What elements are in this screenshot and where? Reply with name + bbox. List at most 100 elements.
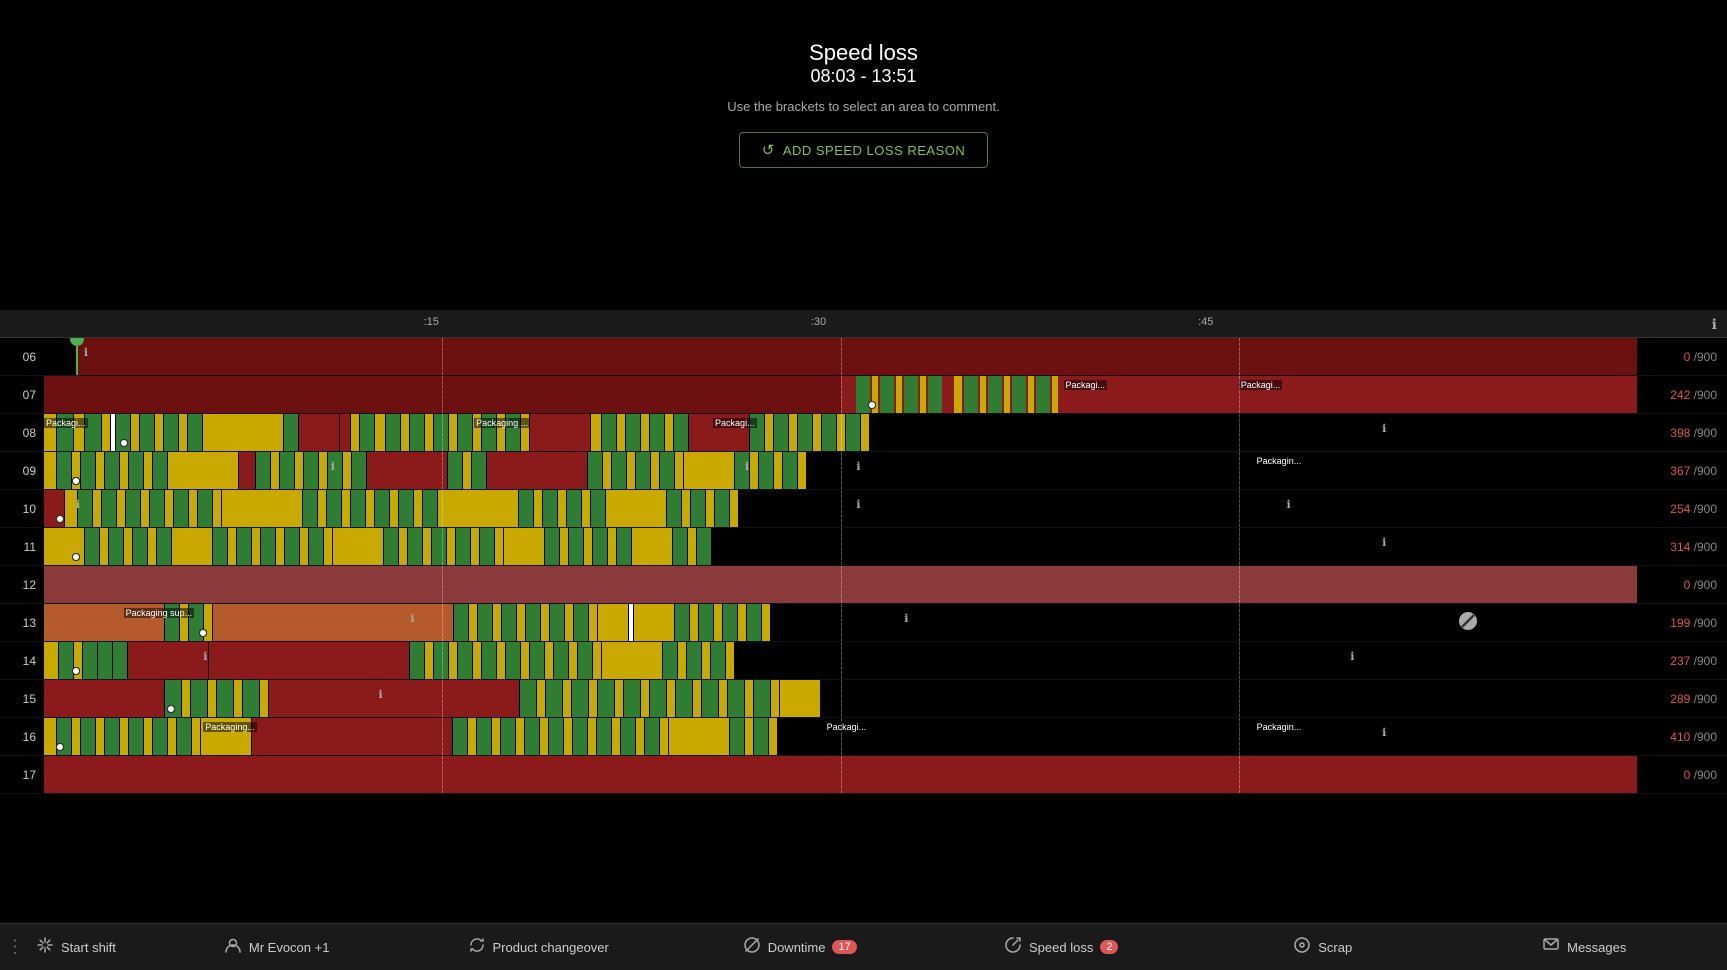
vline [1239,642,1240,679]
vline [442,756,443,793]
vline [841,604,842,641]
add-speed-loss-reason-button[interactable]: ↺ ADD SPEED LOSS REASON [739,132,989,168]
vline [841,376,842,413]
tick-15: :15 [424,316,439,328]
vline [442,452,443,489]
packaging-label2: Packagi... [1239,380,1283,390]
start-shift-label: Start shift [61,940,116,955]
user-label: Mr Evocon +1 [249,940,330,955]
row-count: 199 /900 [1637,616,1727,630]
current-time-line [76,338,78,375]
row-count: 289 /900 [1637,692,1727,706]
row-hour-label: 10 [0,503,44,515]
table-row: 11 [0,528,1727,566]
table-row: 17 0 /900 [0,756,1727,794]
row-hour-label: 09 [0,465,44,477]
downtime-label: Downtime [768,940,826,955]
row-bar-area [44,756,1637,793]
downtime-item[interactable]: Downtime 17 [669,936,931,959]
table-row: 07 Packagi... Packagi... [0,376,1727,414]
row-hour-label: 12 [0,579,44,591]
packaging-label: Packagin... [1255,456,1304,466]
row-hour-label: 08 [0,427,44,439]
row-count: 254 /900 [1637,502,1727,516]
vline [442,718,443,755]
info-icon: ℹ [1382,536,1386,549]
table-row: 12 0 /900 [0,566,1727,604]
vline [1239,718,1240,755]
packaging-label3: Packagin... [1255,722,1304,732]
row-hour-label: 07 [0,389,44,401]
vline [841,680,842,717]
packaging-label: Packaging sup... [124,608,195,618]
vline [841,528,842,565]
messages-item[interactable]: Messages [1454,936,1716,959]
messages-icon [1542,936,1560,959]
vline [841,490,842,527]
chart-area: :15 :30 :45 ℹ 06 ℹ 0 /900 [0,310,1727,923]
product-changeover-item[interactable]: Product changeover [407,936,669,959]
row-bar-area: ℹ [44,528,1637,565]
row-bar-area: Packagi... [44,414,1637,451]
vline [442,566,443,603]
timeline-header: :15 :30 :45 ℹ [0,310,1727,338]
user-icon [224,936,242,959]
row-bar-area: Packaging... Packagi... Packagin... ℹ [44,718,1637,755]
info-icon: ℹ [76,498,80,511]
row-count: 242 /900 [1637,388,1727,402]
row-hour-label: 11 [0,541,44,553]
info-icon: ℹ [203,650,207,663]
packaging-label2: Packaging ... [474,418,530,428]
row-hour-label: 06 [0,351,44,363]
vline [442,604,443,641]
info-icon2: ℹ [904,612,908,625]
row-count: 367 /900 [1637,464,1727,478]
subtitle: Use the brackets to select an area to co… [727,99,999,114]
row-bar-area: ℹ ℹ [44,642,1637,679]
speed-loss-badge: 2 [1100,940,1118,954]
vline [442,528,443,565]
vline-45 [1239,338,1240,375]
row-count: 0 /900 [1637,350,1727,364]
table-row: 08 Packagi... [0,414,1727,452]
table-row: 14 [0,642,1727,680]
scrap-item[interactable]: Scrap [1192,936,1454,959]
timeline-markers: :15 :30 :45 [44,310,1593,337]
vline [1239,490,1240,527]
row-count: 314 /900 [1637,540,1727,554]
title-area: Speed loss 08:03 - 13:51 [809,40,918,87]
scrap-icon [1293,936,1311,959]
table-row: 13 [0,604,1727,642]
row-hour-label: 15 [0,693,44,705]
row-bar-area: Packaging sup... ℹ ℹ [44,604,1637,641]
info-icon: ℹ [1712,316,1717,333]
vline [841,756,842,793]
row-bar-area: ℹ [44,338,1637,375]
vline [841,566,842,603]
status-bar: ⋮ Start shift Mr Evocon +1 Product chang… [0,923,1727,970]
row-count: 0 /900 [1637,578,1727,592]
table-row: 16 [0,718,1727,756]
info-icon: ℹ [379,688,383,701]
row-info-icon: ℹ [84,346,88,359]
downtime-badge: 17 [832,940,856,954]
scrap-label: Scrap [1318,940,1352,955]
vline [442,490,443,527]
menu-dots-icon[interactable]: ⋮ [6,937,24,958]
add-reason-label: ADD SPEED LOSS REASON [783,143,965,158]
vline [1239,756,1240,793]
info-icon3: ℹ [856,460,860,473]
info-icon3: ℹ [1287,498,1291,511]
user-item[interactable]: Mr Evocon +1 [146,936,408,959]
vline [1239,680,1240,717]
info-icon2: ℹ [1350,650,1354,663]
downtime-icon [743,936,761,959]
top-overlay: Speed loss 08:03 - 13:51 Use the bracket… [0,0,1727,310]
product-changeover-label: Product changeover [493,940,609,955]
vline [442,642,443,679]
tick-45: :45 [1198,316,1213,328]
speed-loss-item[interactable]: Speed loss 2 [930,936,1192,959]
info-icon: ℹ [1382,422,1386,435]
no-sign-icon[interactable] [1459,612,1477,630]
start-shift-item[interactable]: Start shift [12,936,146,959]
